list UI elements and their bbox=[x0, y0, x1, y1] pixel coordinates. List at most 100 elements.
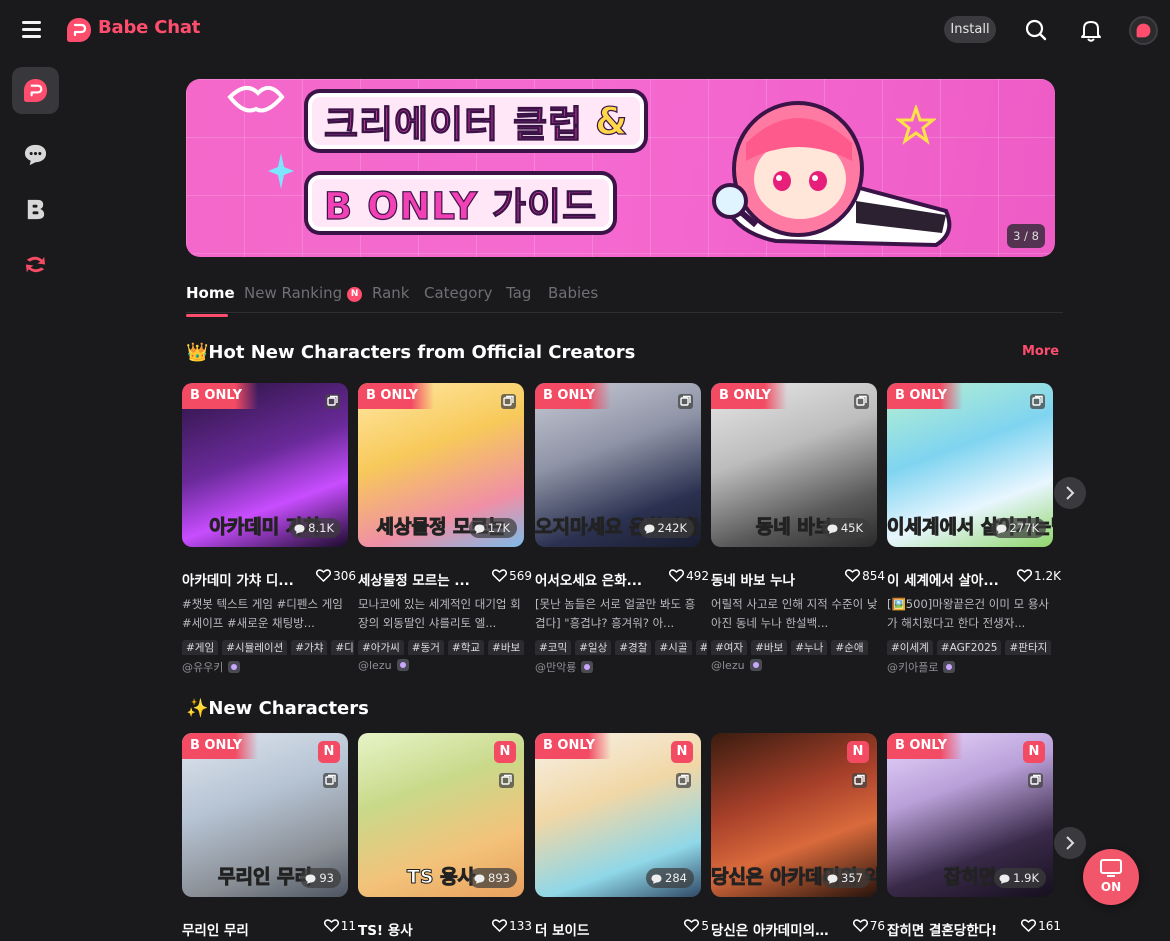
chat-count: 17K bbox=[468, 518, 517, 538]
character-thumbnail[interactable]: 당신은 아카데미의 악역영애가 되었다N357 bbox=[711, 733, 877, 897]
like-count[interactable]: 133 bbox=[492, 919, 532, 933]
install-button[interactable]: Install bbox=[944, 16, 996, 43]
bell-icon[interactable] bbox=[1077, 16, 1105, 44]
card-description: 어릴적 사고로 인해 지적 수준이 낮아진 동네 누나 한설백... bbox=[711, 597, 878, 630]
card-title[interactable]: 당신은 아카데미의 ... bbox=[711, 919, 831, 939]
like-count-value: 854 bbox=[862, 569, 885, 583]
avatar[interactable] bbox=[1129, 16, 1158, 45]
like-count[interactable]: 854 bbox=[845, 569, 885, 583]
character-card[interactable]: 잡히면 B ONLY N 1.9K 잡히면 결혼당한다! 161 bbox=[887, 733, 1061, 939]
creator-handle[interactable]: @lezu bbox=[358, 659, 409, 672]
tag-chip[interactable]: #순애 bbox=[831, 640, 868, 655]
promo-banner[interactable]: 크리에이터 클럽 & B ONLY 가이드 3 / 8 bbox=[186, 79, 1055, 257]
tag-chip[interactable]: #판타지 bbox=[1005, 640, 1052, 655]
character-thumbnail[interactable]: 무리인 무리 B ONLY N 93 bbox=[182, 733, 348, 897]
like-count[interactable]: 569 bbox=[492, 569, 532, 583]
character-card[interactable]: 당신은 아카데미의 악역영애가 되었다N357 당신은 아카데미의 ... 76 bbox=[711, 733, 885, 939]
sidenav-random[interactable] bbox=[12, 241, 59, 288]
character-thumbnail[interactable]: 잡히면 B ONLY N 1.9K bbox=[887, 733, 1053, 897]
like-count[interactable]: 1.2K bbox=[1016, 569, 1061, 583]
tag-chip[interactable]: #바보 bbox=[488, 640, 525, 655]
card-title[interactable]: 무리인 무리 bbox=[182, 919, 302, 939]
chat-count-value: 284 bbox=[665, 871, 687, 885]
tab-new-ranking[interactable]: New Ranking N bbox=[244, 284, 363, 302]
tag-chip[interactable]: #학교 bbox=[447, 640, 485, 655]
card-title[interactable]: 동네 바보 누나 bbox=[711, 569, 831, 589]
character-card[interactable]: 오지마세요 은화파출소 B ONLY 242K 어서오세요 은화... 492 [못난 놈… bbox=[535, 383, 709, 674]
like-count[interactable]: 76 bbox=[852, 919, 885, 933]
sidenav-chats[interactable] bbox=[12, 131, 59, 178]
hot-next-button[interactable] bbox=[1054, 477, 1086, 509]
logo-icon[interactable] bbox=[66, 17, 92, 43]
tab-tag[interactable]: Tag bbox=[506, 284, 531, 302]
character-thumbnail[interactable]: TS 용사 N 893 bbox=[358, 733, 524, 897]
tag-chip[interactable]: #아가씨 bbox=[358, 640, 404, 655]
card-title[interactable]: 잡히면 결혼당한다! bbox=[887, 919, 1007, 939]
card-description: #챗봇 텍스트 게임 #디펜스 게임 #세이프 #새로운 채팅방... bbox=[182, 597, 343, 630]
creator-handle[interactable]: @키아플로 bbox=[887, 659, 956, 675]
creator-handle[interactable]: @lezu bbox=[711, 659, 762, 672]
banner-headline-2: B ONLY 가이드 bbox=[308, 175, 614, 231]
chat-count-value: 893 bbox=[488, 871, 510, 885]
tab-babies[interactable]: Babies bbox=[548, 284, 598, 302]
character-card[interactable]: TS 용사 N 893 TS! 용사 133 bbox=[358, 733, 532, 939]
character-card[interactable]: 이세계에서 살아가는법 B ONLY 277K 이 세계에서 살아... 1.2K [🖼️… bbox=[887, 383, 1061, 674]
character-card[interactable]: 무리인 무리 B ONLY N 93 무리인 무리 11 bbox=[182, 733, 356, 939]
tag-chip[interactable]: #가챠 bbox=[291, 640, 328, 655]
tab-home[interactable]: Home bbox=[186, 284, 235, 317]
tag-chip[interactable]: #코믹 bbox=[535, 640, 572, 655]
sidenav-home[interactable] bbox=[12, 67, 59, 114]
tag-chip[interactable]: # bbox=[695, 640, 707, 655]
tag-chip[interactable]: #AGF2025 bbox=[936, 640, 1002, 655]
tag-chip[interactable]: #디 bbox=[331, 640, 354, 655]
like-count[interactable]: 11 bbox=[323, 919, 356, 933]
creator-handle[interactable]: @유우키 bbox=[182, 659, 241, 675]
character-thumbnail[interactable]: 아카데미 가챠 B ONLY 8.1K bbox=[182, 383, 348, 547]
b-only-badge: B ONLY bbox=[182, 733, 259, 759]
creator-badge-icon bbox=[228, 661, 241, 673]
tag-chip[interactable]: #게임 bbox=[182, 640, 219, 655]
card-title[interactable]: 이 세계에서 살아... bbox=[887, 569, 1007, 589]
like-count[interactable]: 492 bbox=[669, 569, 709, 583]
tag-chip[interactable]: #누나 bbox=[791, 640, 828, 655]
tag-chip[interactable]: #시골 bbox=[655, 640, 692, 655]
tag-list: #이세계 #AGF2025 #판타지 bbox=[887, 636, 1059, 655]
creator-handle[interactable]: @만악룡 bbox=[535, 659, 594, 675]
tag-chip[interactable]: #여자 bbox=[711, 640, 748, 655]
character-card[interactable]: 세상물정 모르는 B ONLY 17K 세상물정 모르는 ... 569 모나코에 있는 … bbox=[358, 383, 532, 672]
character-thumbnail[interactable]: 이세계에서 살아가는법 B ONLY 277K bbox=[887, 383, 1053, 547]
new-next-button[interactable] bbox=[1054, 827, 1086, 859]
character-card[interactable]: 동네 바보 B ONLY 45K 동네 바보 누나 854 어릴적 사고로 인해 지적 수… bbox=[711, 383, 885, 672]
menu-icon[interactable] bbox=[22, 21, 42, 38]
banner-page-counter: 3 / 8 bbox=[1007, 224, 1045, 248]
card-title[interactable]: 아카데미 가챠 디... bbox=[182, 569, 302, 589]
more-link[interactable]: More bbox=[1022, 344, 1059, 359]
card-title[interactable]: TS! 용사 bbox=[358, 919, 478, 939]
search-icon[interactable] bbox=[1022, 16, 1050, 44]
character-thumbnail[interactable]: 오지마세요 은화파출소 B ONLY 242K bbox=[535, 383, 701, 547]
tag-chip[interactable]: #경찰 bbox=[615, 640, 652, 655]
character-card[interactable]: B ONLY N 284 더 보이드 5 bbox=[535, 733, 709, 939]
b-only-badge: B ONLY bbox=[358, 383, 435, 409]
tab-rank[interactable]: Rank bbox=[372, 284, 409, 302]
card-title[interactable]: 어서오세요 은화... bbox=[535, 569, 655, 589]
like-count[interactable]: 161 bbox=[1021, 919, 1061, 933]
sidenav-bonly[interactable] bbox=[12, 186, 59, 233]
character-thumbnail[interactable]: 세상물정 모르는 B ONLY 17K bbox=[358, 383, 524, 547]
on-toggle-button[interactable]: ON bbox=[1083, 849, 1139, 905]
like-count-value: 76 bbox=[869, 919, 885, 933]
tag-chip[interactable]: #바보 bbox=[751, 640, 788, 655]
character-thumbnail[interactable]: 동네 바보 B ONLY 45K bbox=[711, 383, 877, 547]
tag-chip[interactable]: #동거 bbox=[407, 640, 444, 655]
card-title[interactable]: 세상물정 모르는 ... bbox=[358, 569, 478, 589]
app-name[interactable]: Babe Chat bbox=[98, 17, 200, 38]
character-card[interactable]: 아카데미 가챠 B ONLY 8.1K 아카데미 가챠 디... 306 #챗봇 텍스트 … bbox=[182, 383, 356, 674]
like-count[interactable]: 306 bbox=[316, 569, 356, 583]
tag-chip[interactable]: #이세계 bbox=[887, 640, 933, 655]
tag-chip[interactable]: #시뮬레이션 bbox=[222, 640, 288, 655]
tab-category[interactable]: Category bbox=[424, 284, 493, 302]
card-title[interactable]: 더 보이드 bbox=[535, 919, 655, 939]
tag-chip[interactable]: #일상 bbox=[575, 640, 612, 655]
character-thumbnail[interactable]: B ONLY N 284 bbox=[535, 733, 701, 897]
like-count[interactable]: 5 bbox=[684, 919, 709, 933]
